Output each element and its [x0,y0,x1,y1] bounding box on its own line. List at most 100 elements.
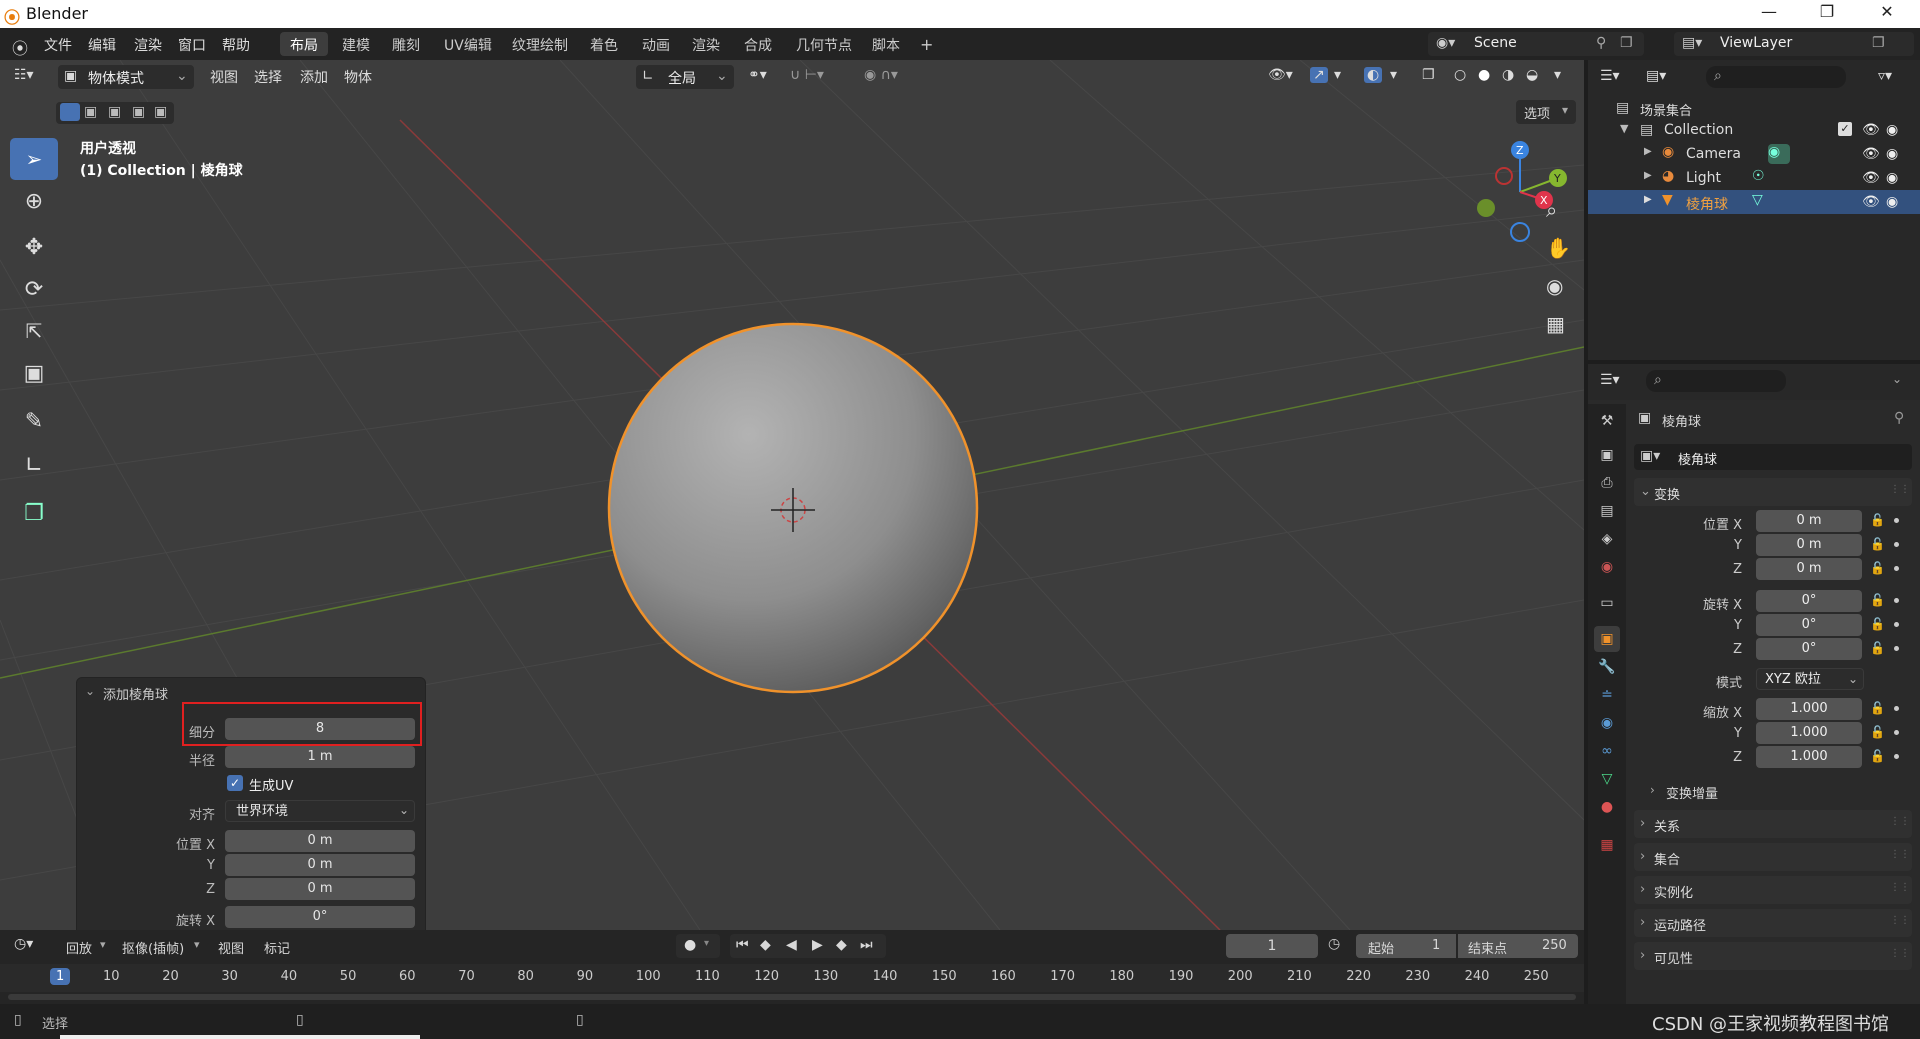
marker-menu[interactable]: 标记 [264,938,290,957]
start-frame-field[interactable]: 起始 1 [1356,934,1456,958]
keyframe-dot[interactable] [1894,542,1899,547]
select-new-icon[interactable] [60,103,80,121]
menu-select[interactable]: 选择 [254,67,282,87]
tab-texture[interactable]: ▦ [1594,832,1620,858]
play-reverse-icon[interactable]: ◀ [786,937,797,953]
add-workspace-button[interactable]: + [910,32,943,56]
blender-menu-icon[interactable]: ⦿ [12,35,28,59]
add-cube-tool[interactable]: ❐ [10,492,58,534]
end-frame-field[interactable]: 结束点 250 [1458,934,1578,958]
select-intersect-icon[interactable]: ▣ [154,104,167,120]
proportional-edit-icon[interactable]: ◉ ∩▾ [864,67,898,83]
lock-icon[interactable]: 🔓 [1870,617,1886,633]
pin-icon[interactable]: ⚲ [1596,35,1606,51]
rotation-y-field[interactable]: 0° [1756,614,1862,636]
drag-handle-icon[interactable]: ⋮⋮ [1890,816,1910,827]
select-mode-buttons[interactable]: ▣ ▣ ▣ ▣ [56,102,174,124]
lock-icon[interactable]: 🔓 [1870,701,1886,717]
mesh-data-icon[interactable]: ▽ [1752,192,1763,208]
delta-transform-subsection[interactable]: › 变换增量 [1650,780,1912,802]
pan-hand-icon[interactable]: ✋ [1546,236,1571,260]
keyframe-dot[interactable] [1894,622,1899,627]
menu-edit[interactable]: 编辑 [88,35,116,55]
tab-animation[interactable]: 动画 [632,32,680,56]
rotation-x-field[interactable]: 0° [1756,590,1862,612]
outliner-row-scene-collection[interactable]: ▤ 场景集合 [1588,96,1920,120]
tab-sculpting[interactable]: 雕刻 [382,32,430,56]
move-tool[interactable]: ✥ [10,226,58,268]
tab-collection[interactable]: ▭ [1594,590,1620,616]
camera-data-icon[interactable]: ◉ [1768,144,1790,164]
chevron-down-icon[interactable]: ▾ [1554,67,1561,83]
tab-particles[interactable]: ≐ [1594,682,1620,708]
lock-icon[interactable]: 🔓 [1870,537,1886,553]
xray-icon[interactable]: ❐ [1422,67,1435,83]
tab-material[interactable]: ● [1594,794,1620,820]
view-layer-selector[interactable]: ▤▾ ViewLayer ❐ [1674,32,1914,56]
keyframe-dot[interactable] [1894,706,1899,711]
tab-output[interactable]: ⎙ [1594,470,1620,496]
tab-data[interactable]: ▽ [1594,766,1620,792]
keyframe-dot[interactable] [1894,730,1899,735]
menu-file[interactable]: 文件 [44,35,72,55]
tab-world[interactable]: ◉ [1594,554,1620,580]
location-x-field[interactable]: 0 m [1756,510,1862,532]
drag-handle-icon[interactable]: ⋮⋮ [1890,882,1910,893]
drag-handle-icon[interactable]: ⋮⋮ [1890,948,1910,959]
eye-icon[interactable]: 👁 [1862,170,1880,186]
outliner-row-collection[interactable]: ▼ ▤ Collection ✓ 👁 ◉ [1588,118,1920,142]
menu-view[interactable]: 视图 [210,67,238,87]
ortho-toggle-icon[interactable]: ▦ [1546,312,1565,336]
solid-shading-icon[interactable]: ● [1478,67,1490,83]
drag-handle-icon[interactable]: ⋮⋮ [1890,915,1910,926]
chevron-down-icon[interactable]: ▼ [1620,122,1628,135]
eye-icon[interactable]: 👁 [1862,194,1880,210]
visibility-icon[interactable]: 👁▾ [1268,67,1293,83]
overlay-toggle-icon[interactable]: ◐ [1364,67,1383,83]
scale-x-field[interactable]: 1.000 [1756,698,1862,720]
prev-keyframe-icon[interactable]: ◆ [760,937,771,953]
tab-geometry-nodes[interactable]: 几何节点 [786,32,862,56]
timeline-scrollbar[interactable] [8,994,1576,1000]
minimize-button[interactable]: — [1754,2,1784,21]
drag-handle-icon[interactable]: ⋮⋮ [1890,849,1910,860]
tab-layout[interactable]: 布局 [280,32,328,56]
navigation-gizmo[interactable]: Z Y X [1464,136,1574,246]
lock-icon[interactable]: 🔓 [1870,513,1886,529]
pin-icon[interactable]: ⚲ [1894,410,1904,426]
frame-ruler[interactable]: 1 10 20 30 40 50 60 70 80 90 100 110 120 130 140 150 160… [0,964,1584,992]
chevron-down-icon[interactable]: ⌄ [1892,372,1902,386]
scale-tool[interactable]: ⇱ [10,310,58,352]
tab-compositing[interactable]: 合成 [734,32,782,56]
chevron-right-icon[interactable]: ▶ [1644,146,1652,157]
keyframe-dot[interactable] [1894,566,1899,571]
menu-window[interactable]: 窗口 [178,35,206,55]
object-name-field[interactable]: ▣▾ 棱角球 [1634,444,1912,470]
clock-editor-icon[interactable]: ◷▾ [14,936,33,952]
chevron-down-icon[interactable]: ▾ [1334,67,1341,83]
transform-orientation-dropdown[interactable]: ∟ 全局 ⌄ [636,65,734,89]
tab-modeling[interactable]: 建模 [332,32,380,56]
collections-section-header[interactable]: › 集合 ⋮⋮ [1634,843,1912,871]
relations-section-header[interactable]: › 关系 ⋮⋮ [1634,810,1912,838]
object-browse-icon[interactable]: ▣▾ [1640,448,1660,464]
select-extend-icon[interactable]: ▣ [84,104,97,120]
outliner-row-light[interactable]: ▶ ◕ Light ☉ 👁 ◉ [1588,166,1920,190]
eye-icon[interactable]: 👁 [1862,146,1880,162]
location-x-field[interactable]: 0 m [225,830,415,852]
display-mode-icon[interactable]: ▤▾ [1646,68,1666,84]
menu-render[interactable]: 渲染 [134,35,162,55]
material-shading-icon[interactable]: ◑ [1502,67,1514,83]
camera-view-icon[interactable]: ◉ [1546,274,1563,298]
properties-search-input[interactable]: ⌕ [1646,370,1786,392]
subdivisions-field[interactable]: 8 [225,718,415,740]
exclude-checkbox[interactable]: ✓ [1838,122,1852,136]
auto-keying-button[interactable]: ● ▾ [676,934,720,958]
rotation-x-field[interactable]: 0° [225,906,415,928]
eye-icon[interactable]: 👁 [1862,122,1880,138]
wireframe-shading-icon[interactable]: ○ [1454,67,1466,83]
lock-icon[interactable]: 🔓 [1870,561,1886,577]
current-frame-field[interactable]: 1 [1226,934,1318,958]
options-dropdown[interactable]: 选项 ▾ [1516,100,1576,124]
tab-constraints[interactable]: ∞ [1594,738,1620,764]
